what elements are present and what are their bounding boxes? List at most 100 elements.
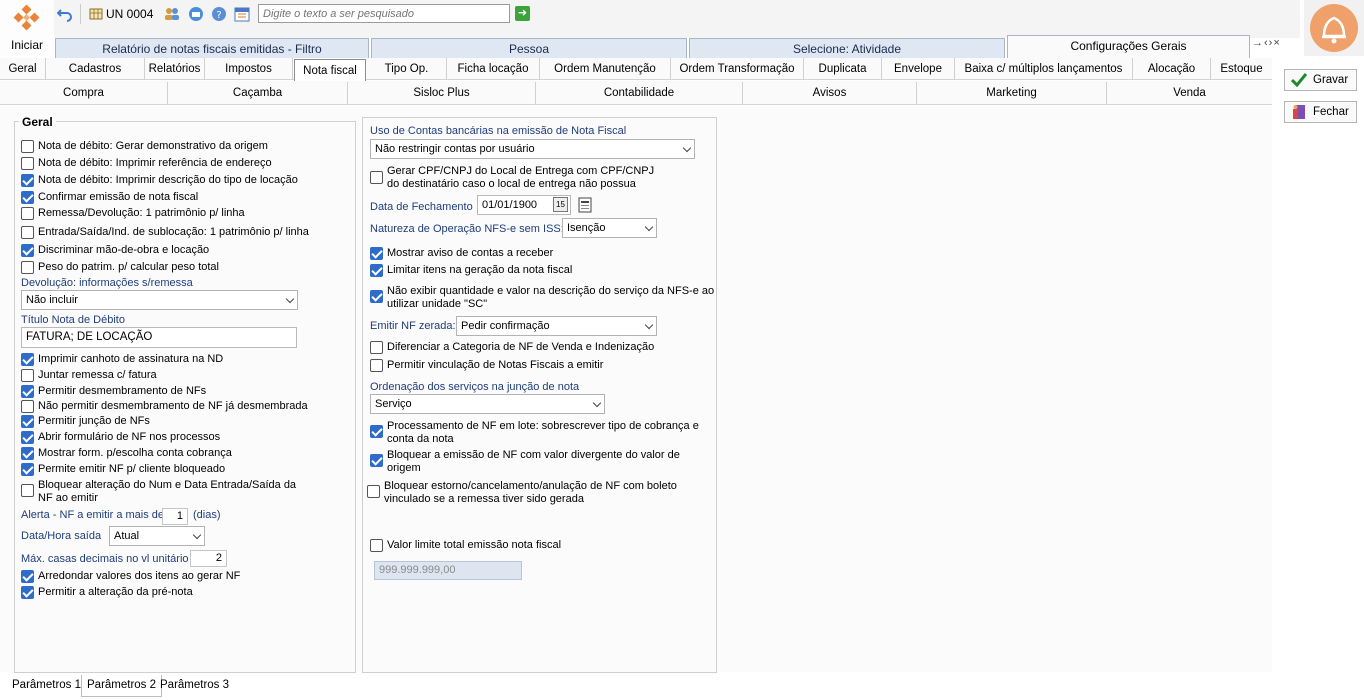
- nao-exibir-checkbox[interactable]: Não exibir quantidade e valor na descriç…: [370, 285, 714, 311]
- checkbox-box[interactable]: [370, 247, 383, 260]
- tab-sisloc-plus[interactable]: Sisloc Plus: [348, 82, 536, 104]
- option-checkbox[interactable]: Juntar remessa c/ fatura: [21, 369, 157, 382]
- window-icon[interactable]: [187, 5, 205, 23]
- checkbox-box[interactable]: [21, 261, 34, 274]
- bloquear-emissao-checkbox[interactable]: Bloquear a emissão de NF com valor diver…: [370, 449, 680, 475]
- checkbox-box[interactable]: [21, 586, 34, 599]
- option-checkbox[interactable]: Mostrar aviso de contas a receber: [370, 247, 553, 260]
- tab-duplicata[interactable]: Duplicata: [804, 58, 882, 80]
- unit-icon[interactable]: [87, 5, 105, 23]
- tab-tipo-op[interactable]: Tipo Op.: [367, 58, 447, 80]
- checkbox-box[interactable]: [21, 353, 34, 366]
- option-checkbox[interactable]: Permitir junção de NFs: [21, 415, 150, 428]
- checkbox-box[interactable]: [21, 415, 34, 428]
- tab-relatorios[interactable]: Relatórios: [145, 58, 205, 80]
- tab-avisos[interactable]: Avisos: [743, 82, 917, 104]
- checkbox-box[interactable]: [370, 290, 383, 303]
- natureza-select[interactable]: Isenção: [562, 218, 657, 238]
- option-checkbox[interactable]: Não permitir desmembramento de NF já des…: [21, 400, 308, 413]
- tab-envelope[interactable]: Envelope: [882, 58, 955, 80]
- devolucao-select[interactable]: Não incluir: [21, 290, 298, 310]
- window-tab-configuracoes[interactable]: Configurações Gerais: [1007, 35, 1250, 58]
- alerta-days-input[interactable]: 1: [162, 508, 188, 525]
- option-checkbox[interactable]: Entrada/Saída/Ind. de sublocação: 1 patr…: [21, 226, 309, 239]
- option-checkbox[interactable]: Discriminar mão-de-obra e locação: [21, 244, 209, 257]
- checkbox-box[interactable]: [21, 400, 34, 413]
- checkbox-box[interactable]: [370, 264, 383, 277]
- tab-contabilidade[interactable]: Contabilidade: [536, 82, 743, 104]
- tab-cacamba[interactable]: Caçamba: [168, 82, 348, 104]
- calendar-icon[interactable]: [233, 5, 251, 23]
- tab-compra[interactable]: Compra: [0, 82, 168, 104]
- checkbox-box[interactable]: [21, 463, 34, 476]
- tab-venda[interactable]: Venda: [1107, 82, 1272, 104]
- checkbox-box[interactable]: [367, 485, 380, 498]
- checkbox-box[interactable]: [370, 425, 383, 438]
- checkbox-box[interactable]: [21, 157, 34, 170]
- option-checkbox[interactable]: Limitar itens na geração da nota fiscal: [370, 264, 572, 277]
- option-checkbox[interactable]: Permite emitir NF p/ cliente bloqueado: [21, 463, 225, 476]
- checkbox-box[interactable]: [21, 369, 34, 382]
- tab-ficha-locacao[interactable]: Ficha locação: [447, 58, 540, 80]
- option-checkbox[interactable]: Peso do patrim. p/ calcular peso total: [21, 261, 219, 274]
- checkbox-box[interactable]: [21, 431, 34, 444]
- tab-cadastros[interactable]: Cadastros: [46, 58, 145, 80]
- tab-baixa[interactable]: Baixa c/ múltiplos lançamentos: [955, 58, 1133, 80]
- option-checkbox[interactable]: Permitir desmembramento de NFs: [21, 385, 206, 398]
- search-go-icon[interactable]: ➜: [515, 6, 530, 21]
- close-button[interactable]: Fechar: [1284, 101, 1357, 123]
- tab-ordem-transformacao[interactable]: Ordem Transformação: [671, 58, 804, 80]
- window-tab-relatorio[interactable]: Relatório de notas fiscais emitidas - Fi…: [55, 38, 369, 58]
- valor-limite-checkbox[interactable]: Valor limite total emissão nota fiscal: [370, 539, 561, 552]
- contas-select[interactable]: Não restringir contas por usuário: [370, 139, 695, 159]
- tab-marketing[interactable]: Marketing: [917, 82, 1107, 104]
- option-checkbox[interactable]: Permitir a alteração da pré-nota: [21, 586, 193, 599]
- option-checkbox[interactable]: Diferenciar a Categoria de NF de Venda e…: [370, 341, 654, 354]
- checkbox-box[interactable]: [370, 171, 383, 184]
- checkbox-box[interactable]: [21, 207, 34, 220]
- tab-scroll-controls[interactable]: →‹›×: [1252, 37, 1281, 49]
- home-label[interactable]: Iniciar: [0, 38, 54, 52]
- checkbox-box[interactable]: [21, 244, 34, 257]
- unit-label[interactable]: UN 0004: [106, 7, 153, 21]
- option-checkbox[interactable]: Confirmar emissão de nota fiscal: [21, 191, 198, 204]
- checkbox-box[interactable]: [21, 191, 34, 204]
- help-icon[interactable]: ?: [210, 5, 228, 23]
- checkbox-box[interactable]: [370, 539, 383, 552]
- bloquear-alteracao-checkbox[interactable]: Bloquear alteração do Num e Data Entrada…: [21, 479, 296, 505]
- checkbox-box[interactable]: [21, 140, 34, 153]
- checkbox-box[interactable]: [370, 454, 383, 467]
- bottom-tab-parametros-2[interactable]: Parâmetros 2: [81, 675, 163, 697]
- window-tab-pessoa[interactable]: Pessoa: [371, 38, 687, 58]
- tab-geral[interactable]: Geral: [0, 58, 46, 80]
- valor-limite-input[interactable]: 999.999.999,00: [374, 561, 522, 580]
- bottom-tab-parametros-3[interactable]: Parâmetros 3: [155, 675, 234, 697]
- emitir-zerada-select[interactable]: Pedir confirmação: [456, 316, 657, 336]
- search-input[interactable]: [258, 4, 510, 23]
- option-checkbox[interactable]: Abrir formulário de NF nos processos: [21, 431, 220, 444]
- bloquear-estorno-checkbox[interactable]: Bloquear estorno/cancelamento/anulação d…: [367, 480, 677, 506]
- window-tab-atividade[interactable]: Selecione: Atividade: [689, 38, 1005, 58]
- option-checkbox[interactable]: Nota de débito: Gerar demonstrativo da o…: [21, 140, 268, 153]
- titulo-nota-input[interactable]: FATURA; DE LOCAÇÃO: [21, 327, 297, 348]
- tab-impostos[interactable]: Impostos: [205, 58, 293, 80]
- undo-icon[interactable]: [56, 5, 74, 23]
- tab-ordem-manutencao[interactable]: Ordem Manutenção: [540, 58, 671, 80]
- ordenacao-select[interactable]: Serviço: [370, 394, 605, 414]
- checkbox-box[interactable]: [21, 174, 34, 187]
- tab-alocacao[interactable]: Alocação: [1133, 58, 1211, 80]
- option-checkbox[interactable]: Remessa/Devolução: 1 patrimônio p/ linha: [21, 207, 245, 220]
- users-icon[interactable]: [163, 5, 181, 23]
- calendar-page-icon[interactable]: [578, 197, 592, 213]
- datahora-select[interactable]: Atual: [109, 526, 205, 546]
- tab-estoque[interactable]: Estoque: [1211, 58, 1272, 80]
- checkbox-box[interactable]: [370, 359, 383, 372]
- checkbox-box[interactable]: [21, 484, 34, 497]
- checkbox-box[interactable]: [21, 447, 34, 460]
- option-checkbox[interactable]: Nota de débito: Imprimir descrição do ti…: [21, 174, 298, 187]
- notifications-panel[interactable]: [1304, 0, 1364, 56]
- gerar-cpf-checkbox[interactable]: Gerar CPF/CNPJ do Local de Entrega com C…: [370, 165, 654, 191]
- checkbox-box[interactable]: [21, 385, 34, 398]
- calendar-picker-icon[interactable]: 15: [553, 197, 568, 212]
- tab-nota-fiscal[interactable]: Nota fiscal: [294, 59, 366, 81]
